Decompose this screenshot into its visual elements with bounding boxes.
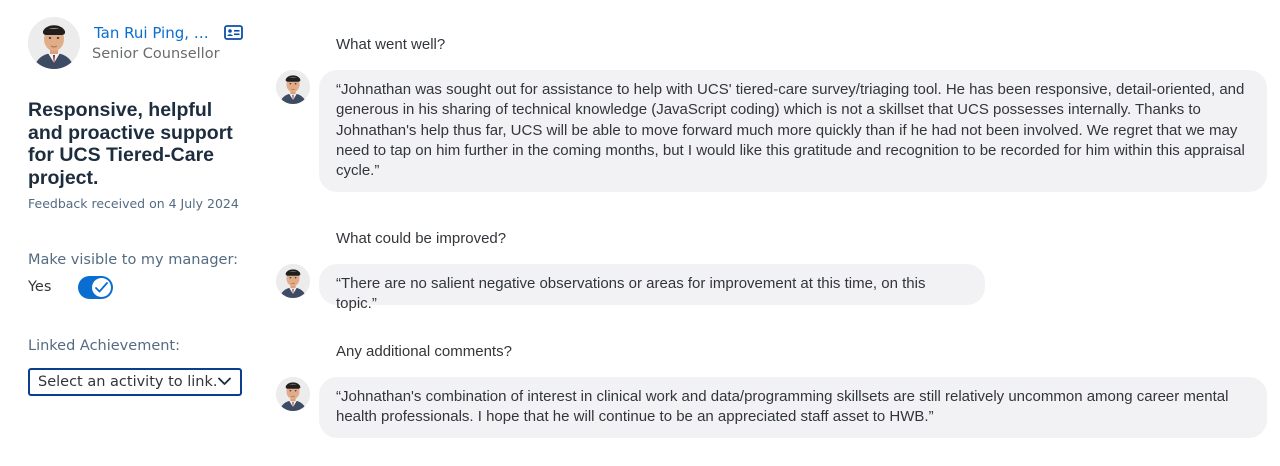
answer-avatar <box>276 377 310 411</box>
linked-achievement-label: Linked Achievement: <box>28 338 180 354</box>
visibility-toggle[interactable] <box>78 276 113 299</box>
feedback-title: Responsive, helpful and proactive suppor… <box>28 99 233 189</box>
answer-could-improve: “There are no salient negative observati… <box>319 264 985 312</box>
contact-card-icon[interactable] <box>224 25 243 40</box>
visibility-label: Make visible to my manager: <box>28 252 239 268</box>
select-value: Select an activity to link. <box>38 374 218 390</box>
author-role: Senior Counsellor <box>92 46 220 62</box>
feedback-date: Feedback received on 4 July 2024 <box>28 196 239 211</box>
answer-avatar <box>276 264 310 298</box>
answer-went-well: “Johnathan was sought out for assistance… <box>319 70 1267 192</box>
linked-achievement-select[interactable]: Select an activity to link. <box>28 368 242 396</box>
checkmark-icon <box>95 282 108 293</box>
visibility-value: Yes <box>28 279 52 295</box>
chevron-down-icon <box>218 377 231 385</box>
author-avatar[interactable] <box>28 17 80 69</box>
question-could-improve: What could be improved? <box>336 230 507 247</box>
answer-avatar <box>276 70 310 104</box>
toggle-knob <box>92 278 111 297</box>
question-went-well: What went well? <box>336 36 446 53</box>
feedback-sidebar: Tan Rui Ping, Be... Senior Counsellor Re… <box>0 0 260 466</box>
question-additional-comments: Any additional comments? <box>336 343 512 360</box>
author-name-link[interactable]: Tan Rui Ping, Be... <box>94 24 218 42</box>
answer-additional-comments: “Johnathan's combination of interest in … <box>319 377 1267 438</box>
